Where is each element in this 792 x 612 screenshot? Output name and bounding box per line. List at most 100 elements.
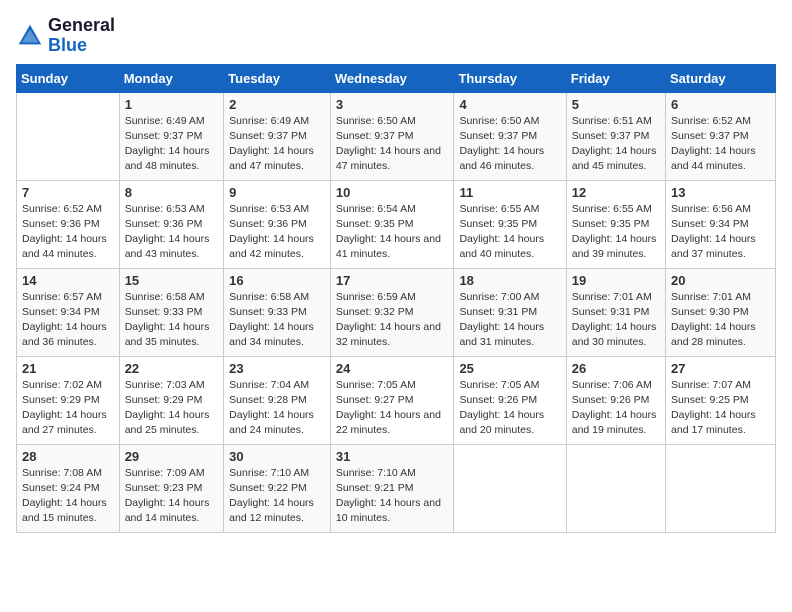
column-header-friday: Friday (566, 64, 665, 92)
day-info: Sunrise: 7:02 AM Sunset: 9:29 PM Dayligh… (22, 378, 114, 439)
calendar-cell: 25Sunrise: 7:05 AM Sunset: 9:26 PM Dayli… (454, 356, 566, 444)
day-info: Sunrise: 7:01 AM Sunset: 9:31 PM Dayligh… (572, 290, 660, 351)
day-number: 12 (572, 185, 660, 200)
calendar-cell: 17 Sunrise: 6:59 AM Sunset: 9:32 PM Dayli… (330, 268, 454, 356)
column-header-saturday: Saturday (666, 64, 776, 92)
day-number: 5 (572, 97, 660, 112)
calendar-cell: 6 Sunrise: 6:52 AM Sunset: 9:37 PM Daylig… (666, 92, 776, 180)
calendar-cell: 8 Sunrise: 6:53 AM Sunset: 9:36 PM Daylig… (119, 180, 223, 268)
calendar-week-row: 7 Sunrise: 6:52 AM Sunset: 9:36 PM Daylig… (17, 180, 776, 268)
column-header-monday: Monday (119, 64, 223, 92)
calendar-week-row: 21 Sunrise: 7:02 AM Sunset: 9:29 PM Dayli… (17, 356, 776, 444)
day-info: Sunrise: 6:52 AM Sunset: 9:37 PM Dayligh… (671, 114, 770, 175)
day-info: Sunrise: 7:10 AM Sunset: 9:21 PM Dayligh… (336, 466, 449, 527)
day-number: 28 (22, 449, 114, 464)
calendar-cell: 27 Sunrise: 7:07 AM Sunset: 9:25 PM Dayli… (666, 356, 776, 444)
day-number: 23 (229, 361, 325, 376)
calendar-header-row: SundayMondayTuesdayWednesdayThursdayFrid… (17, 64, 776, 92)
calendar-cell: 7 Sunrise: 6:52 AM Sunset: 9:36 PM Daylig… (17, 180, 120, 268)
day-number: 18 (459, 273, 560, 288)
logo-text-line2: Blue (48, 36, 115, 56)
calendar-cell: 31 Sunrise: 7:10 AM Sunset: 9:21 PM Dayli… (330, 444, 454, 532)
day-info: Sunrise: 6:49 AM Sunset: 9:37 PM Dayligh… (229, 114, 325, 175)
column-header-thursday: Thursday (454, 64, 566, 92)
calendar-cell: 30 Sunrise: 7:10 AM Sunset: 9:22 PM Dayli… (224, 444, 331, 532)
day-info: Sunrise: 7:05 AM Sunset: 9:26 PM Dayligh… (459, 378, 560, 439)
day-number: 31 (336, 449, 449, 464)
calendar-cell: 20 Sunrise: 7:01 AM Sunset: 9:30 PM Dayli… (666, 268, 776, 356)
logo-icon (16, 22, 44, 50)
day-number: 6 (671, 97, 770, 112)
calendar-cell: 12 Sunrise: 6:55 AM Sunset: 9:35 PM Dayli… (566, 180, 665, 268)
calendar-cell (17, 92, 120, 180)
day-info: Sunrise: 6:52 AM Sunset: 9:36 PM Dayligh… (22, 202, 114, 263)
day-number: 21 (22, 361, 114, 376)
calendar-cell: 10 Sunrise: 6:54 AM Sunset: 9:35 PM Dayli… (330, 180, 454, 268)
day-number: 9 (229, 185, 325, 200)
day-number: 29 (125, 449, 218, 464)
calendar-cell: 29Sunrise: 7:09 AM Sunset: 9:23 PM Dayli… (119, 444, 223, 532)
day-info: Sunrise: 6:54 AM Sunset: 9:35 PM Dayligh… (336, 202, 449, 263)
day-number: 22 (125, 361, 218, 376)
day-info: Sunrise: 6:53 AM Sunset: 9:36 PM Dayligh… (125, 202, 218, 263)
day-info: Sunrise: 7:06 AM Sunset: 9:26 PM Dayligh… (572, 378, 660, 439)
calendar-cell: 23 Sunrise: 7:04 AM Sunset: 9:28 PM Dayli… (224, 356, 331, 444)
day-info: Sunrise: 7:00 AM Sunset: 9:31 PM Dayligh… (459, 290, 560, 351)
day-info: Sunrise: 7:04 AM Sunset: 9:28 PM Dayligh… (229, 378, 325, 439)
day-number: 10 (336, 185, 449, 200)
calendar-cell: 16 Sunrise: 6:58 AM Sunset: 9:33 PM Dayli… (224, 268, 331, 356)
calendar-cell: 21 Sunrise: 7:02 AM Sunset: 9:29 PM Dayli… (17, 356, 120, 444)
day-info: Sunrise: 7:10 AM Sunset: 9:22 PM Dayligh… (229, 466, 325, 527)
day-number: 8 (125, 185, 218, 200)
column-header-wednesday: Wednesday (330, 64, 454, 92)
day-number: 30 (229, 449, 325, 464)
day-number: 27 (671, 361, 770, 376)
calendar-cell: 5 Sunrise: 6:51 AM Sunset: 9:37 PM Daylig… (566, 92, 665, 180)
calendar-cell: 18 Sunrise: 7:00 AM Sunset: 9:31 PM Dayli… (454, 268, 566, 356)
calendar-cell: 3Sunrise: 6:50 AM Sunset: 9:37 PM Daylig… (330, 92, 454, 180)
day-info: Sunrise: 6:56 AM Sunset: 9:34 PM Dayligh… (671, 202, 770, 263)
day-info: Sunrise: 7:03 AM Sunset: 9:29 PM Dayligh… (125, 378, 218, 439)
day-info: Sunrise: 6:53 AM Sunset: 9:36 PM Dayligh… (229, 202, 325, 263)
day-number: 7 (22, 185, 114, 200)
calendar-cell: 26 Sunrise: 7:06 AM Sunset: 9:26 PM Dayli… (566, 356, 665, 444)
column-header-sunday: Sunday (17, 64, 120, 92)
calendar-cell: 4 Sunrise: 6:50 AM Sunset: 9:37 PM Daylig… (454, 92, 566, 180)
calendar-cell (454, 444, 566, 532)
day-info: Sunrise: 6:58 AM Sunset: 9:33 PM Dayligh… (229, 290, 325, 351)
day-number: 13 (671, 185, 770, 200)
page-header: General Blue (16, 16, 776, 56)
day-number: 14 (22, 273, 114, 288)
day-info: Sunrise: 6:49 AM Sunset: 9:37 PM Dayligh… (125, 114, 218, 175)
day-number: 1 (125, 97, 218, 112)
calendar-cell: 2 Sunrise: 6:49 AM Sunset: 9:37 PM Daylig… (224, 92, 331, 180)
day-number: 4 (459, 97, 560, 112)
calendar-cell: 11 Sunrise: 6:55 AM Sunset: 9:35 PM Dayli… (454, 180, 566, 268)
day-info: Sunrise: 7:01 AM Sunset: 9:30 PM Dayligh… (671, 290, 770, 351)
day-info: Sunrise: 7:07 AM Sunset: 9:25 PM Dayligh… (671, 378, 770, 439)
day-number: 24 (336, 361, 449, 376)
day-number: 2 (229, 97, 325, 112)
day-number: 11 (459, 185, 560, 200)
day-number: 16 (229, 273, 325, 288)
calendar-table: SundayMondayTuesdayWednesdayThursdayFrid… (16, 64, 776, 533)
day-info: Sunrise: 7:08 AM Sunset: 9:24 PM Dayligh… (22, 466, 114, 527)
calendar-cell: 13 Sunrise: 6:56 AM Sunset: 9:34 PM Dayli… (666, 180, 776, 268)
day-number: 26 (572, 361, 660, 376)
column-header-tuesday: Tuesday (224, 64, 331, 92)
day-info: Sunrise: 6:55 AM Sunset: 9:35 PM Dayligh… (459, 202, 560, 263)
day-info: Sunrise: 6:50 AM Sunset: 9:37 PM Dayligh… (459, 114, 560, 175)
day-number: 20 (671, 273, 770, 288)
day-info: Sunrise: 6:59 AM Sunset: 9:32 PM Dayligh… (336, 290, 449, 351)
day-info: Sunrise: 6:51 AM Sunset: 9:37 PM Dayligh… (572, 114, 660, 175)
calendar-week-row: 1 Sunrise: 6:49 AM Sunset: 9:37 PM Daylig… (17, 92, 776, 180)
logo: General Blue (16, 16, 115, 56)
day-info: Sunrise: 6:50 AM Sunset: 9:37 PM Dayligh… (336, 114, 449, 175)
day-number: 17 (336, 273, 449, 288)
day-info: Sunrise: 6:55 AM Sunset: 9:35 PM Dayligh… (572, 202, 660, 263)
day-info: Sunrise: 7:05 AM Sunset: 9:27 PM Dayligh… (336, 378, 449, 439)
calendar-week-row: 14Sunrise: 6:57 AM Sunset: 9:34 PM Dayli… (17, 268, 776, 356)
calendar-cell: 19Sunrise: 7:01 AM Sunset: 9:31 PM Dayli… (566, 268, 665, 356)
calendar-cell: 22 Sunrise: 7:03 AM Sunset: 9:29 PM Dayli… (119, 356, 223, 444)
calendar-cell: 14Sunrise: 6:57 AM Sunset: 9:34 PM Dayli… (17, 268, 120, 356)
